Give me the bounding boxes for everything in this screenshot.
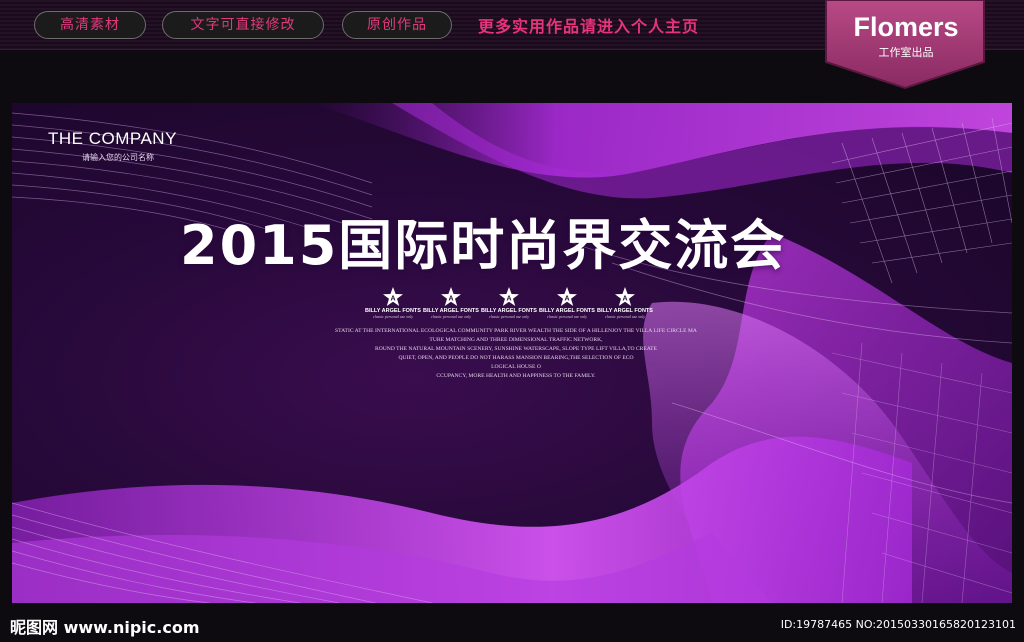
star-tag: classic personal use only <box>604 314 646 319</box>
star-badge: A BILLY ARGEL FONTS classic personal use… <box>480 287 538 321</box>
star-tag: classic personal use only <box>488 314 530 319</box>
site-watermark[interactable]: 昵图网 www.nipic.com <box>10 614 200 638</box>
star-letter: A <box>390 296 395 303</box>
star-badge: A BILLY ARGEL FONTS classic personal use… <box>538 287 596 321</box>
image-id-text: ID:19787465 NO:20150330165820123101 <box>780 618 1016 631</box>
star-icon: A <box>557 287 577 306</box>
body-line: TURE MATCHING AND THREE DIMENSIONAL TRAF… <box>429 337 603 343</box>
star-icon: A <box>499 287 519 306</box>
star-letter: A <box>448 296 453 303</box>
tag-editable-text[interactable]: 文字可直接修改 <box>162 11 324 39</box>
star-tag: classic personal use only <box>430 314 472 319</box>
tag-original-work[interactable]: 原创作品 <box>342 11 452 39</box>
body-line: ROUND THE NATURAL MOUNTAIN SCENERY, SUNS… <box>374 346 658 352</box>
star-letter: A <box>506 296 511 303</box>
star-letter: A <box>622 296 627 303</box>
star-badge: A BILLY ARGEL FONTS classic personal use… <box>422 287 480 321</box>
star-badge-row: A BILLY ARGEL FONTS classic personal use… <box>364 287 654 321</box>
star-icon: A <box>615 287 635 306</box>
star-badge: A BILLY ARGEL FONTS classic personal use… <box>364 287 422 321</box>
body-line: QUIET, OPEN, AND PEOPLE DO NOT HARASS MA… <box>398 355 634 361</box>
event-headline: 2015国际时尚界交流会 <box>180 214 787 277</box>
star-tag: classic personal use only <box>546 314 588 319</box>
star-badge: A BILLY ARGEL FONTS classic personal use… <box>596 287 654 321</box>
body-line: LOGICAL HOUSE O <box>491 364 541 370</box>
star-tag: classic personal use only <box>372 314 414 319</box>
tag-hd-material[interactable]: 高清素材 <box>34 11 146 39</box>
company-name: THE COMPANY <box>48 129 177 148</box>
promo-link[interactable]: 更多实用作品请进入个人主页 <box>478 13 699 37</box>
body-line: CCUPANCY, MORE HEALTH AND HAPPINESS TO T… <box>436 373 596 379</box>
brand-subtitle: 工作室出品 <box>878 46 934 59</box>
star-icon: A <box>383 287 403 306</box>
event-banner: THE COMPANY 请输入您的公司名称 2015国际时尚界交流会 A BIL… <box>12 103 1012 603</box>
brand-name: Flomers <box>853 12 959 42</box>
banner-body-text: STATIC AT THE INTERNATIONAL ECOLOGICAL C… <box>236 327 796 381</box>
company-name-placeholder: 请输入您的公司名称 <box>82 153 154 162</box>
star-letter: A <box>564 296 569 303</box>
body-line: STATIC AT THE INTERNATIONAL ECOLOGICAL C… <box>335 328 697 334</box>
star-icon: A <box>441 287 461 306</box>
